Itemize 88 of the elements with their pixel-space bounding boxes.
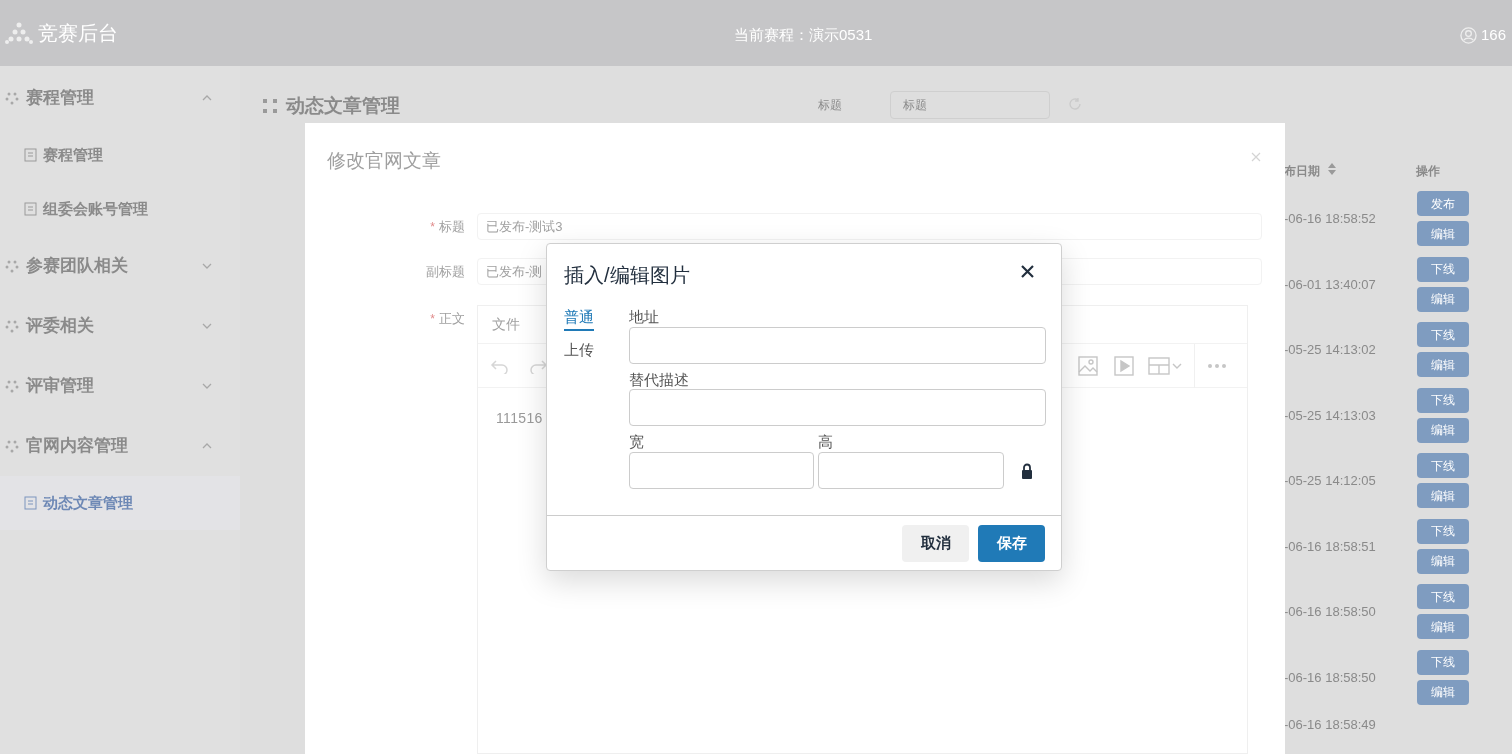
document-icon (24, 496, 37, 510)
dots-icon (4, 318, 20, 334)
document-icon (24, 148, 37, 162)
menu-group[interactable]: 赛程管理 (0, 68, 240, 128)
editor-content: 111516 (496, 409, 544, 428)
image-icon[interactable] (1078, 355, 1098, 376)
action-button[interactable]: 编辑 (1417, 614, 1469, 640)
required-mark: * (430, 310, 435, 328)
chevron-icon[interactable] (202, 443, 212, 449)
cancel-button[interactable]: 取消 (902, 525, 969, 562)
page-title: 动态文章管理 (286, 94, 400, 118)
field-label: 宽 (629, 432, 644, 452)
action-button[interactable]: 编辑 (1417, 548, 1469, 574)
menu-item[interactable]: 文件 (492, 314, 520, 335)
app-name: 竞赛后台 (38, 21, 118, 46)
dots-icon (4, 258, 20, 274)
table-cell-text: -05-25 14:12:05 (1284, 472, 1377, 490)
more-icon[interactable] (1207, 362, 1227, 369)
action-button[interactable]: 编辑 (1417, 286, 1469, 312)
media-icon[interactable] (1114, 355, 1134, 376)
menu-group[interactable]: 评委相关 (0, 296, 240, 356)
table-cell-text: -06-16 18:58:50 (1284, 668, 1377, 687)
action-button[interactable]: 编辑 (1417, 352, 1469, 378)
dots-icon (4, 90, 20, 106)
table-icon[interactable] (1148, 356, 1182, 375)
column-header[interactable]: 布日期 (1284, 162, 1320, 180)
action-button[interactable]: 下线 (1417, 518, 1469, 544)
table-cell-text: -06-16 18:58:49 (1284, 716, 1377, 735)
table-cell-text: -05-25 14:13:02 (1284, 341, 1377, 359)
action-button[interactable]: 下线 (1417, 322, 1469, 348)
table-cell-text: -06-16 18:58:52 (1284, 210, 1377, 228)
table-cell-text: -06-16 18:58:51 (1284, 537, 1377, 556)
width-field[interactable] (629, 452, 814, 489)
column-header: 操作 (1416, 163, 1440, 180)
field-label: 正文 (439, 310, 465, 328)
search-label: 标题 (818, 97, 842, 114)
action-button[interactable]: 编辑 (1417, 417, 1469, 443)
user-icon[interactable] (1460, 26, 1477, 44)
grid-icon (262, 98, 278, 115)
menu-group[interactable]: 参赛团队相关 (0, 236, 240, 296)
chevron-icon[interactable] (202, 383, 212, 389)
document-icon (24, 202, 37, 216)
action-button[interactable]: 编辑 (1417, 221, 1469, 247)
chevron-icon[interactable] (202, 263, 212, 269)
height-field[interactable] (818, 452, 1004, 489)
chevron-icon[interactable] (202, 323, 212, 329)
undo-icon[interactable] (490, 357, 510, 374)
action-button[interactable]: 发布 (1417, 191, 1469, 217)
action-button[interactable]: 编辑 (1417, 483, 1469, 509)
alt-text-field[interactable] (629, 389, 1046, 426)
menu-group[interactable]: 官网内容管理 (0, 416, 240, 476)
menu-item[interactable]: 组委会账号管理 (0, 182, 240, 236)
lock-icon[interactable] (1021, 463, 1033, 479)
action-button[interactable]: 下线 (1417, 387, 1469, 413)
field-label: 高 (818, 432, 833, 452)
table-cell-text: -06-16 18:58:50 (1284, 603, 1377, 621)
dots-icon (4, 438, 20, 454)
search-field[interactable]: 标题 (890, 91, 1050, 119)
action-button[interactable]: 下线 (1417, 584, 1469, 610)
field-label: 替代描述 (629, 370, 689, 390)
close-icon[interactable] (1021, 265, 1034, 278)
action-button[interactable]: 下线 (1417, 256, 1469, 282)
action-button[interactable]: 下线 (1417, 649, 1469, 675)
sort-icon[interactable] (1328, 163, 1336, 175)
save-button[interactable]: 保存 (978, 525, 1045, 562)
url-field[interactable] (629, 327, 1046, 364)
field-label: 标题 (439, 217, 465, 236)
menu-group[interactable]: 评审管理 (0, 356, 240, 416)
redo-icon[interactable] (528, 357, 548, 374)
logo-icon (4, 21, 34, 45)
dialog-title: 插入/编辑图片 (564, 263, 690, 288)
current-schedule: 当前赛程：演示0531 (734, 25, 873, 45)
chevron-icon[interactable] (202, 95, 212, 101)
dialog-tab[interactable]: 普通 (564, 306, 594, 331)
menu-item[interactable]: 赛程管理 (0, 128, 240, 182)
table-cell-text: -05-25 14:13:03 (1284, 406, 1377, 425)
user-name[interactable]: 166 (1481, 24, 1507, 47)
dialog-tab[interactable]: 上传 (564, 338, 594, 363)
dots-icon (4, 378, 20, 394)
menu-item[interactable]: 动态文章管理 (0, 476, 240, 530)
action-button[interactable]: 下线 (1417, 453, 1469, 479)
required-mark: * (430, 218, 435, 236)
action-button[interactable]: 编辑 (1417, 679, 1469, 705)
table-cell-text: -06-01 13:40:07 (1284, 275, 1377, 294)
field-label: 地址 (629, 307, 659, 327)
text-field[interactable]: 已发布-测试3 (477, 213, 1262, 240)
modal-title: 修改官网文章 (327, 149, 441, 173)
field-label: 副标题 (426, 262, 465, 281)
